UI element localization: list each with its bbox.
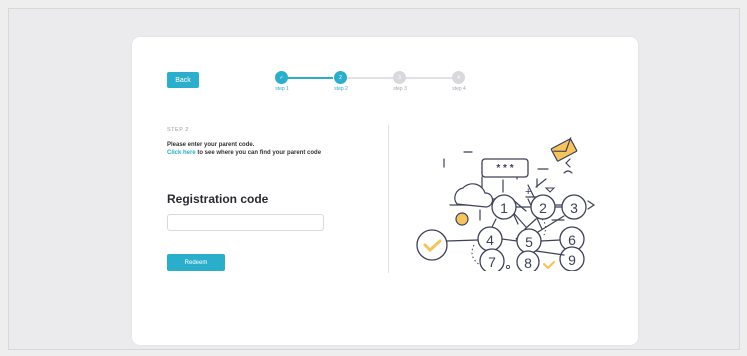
stepper-line-todo (406, 77, 452, 79)
divider (388, 125, 389, 273)
check-circle-icon (416, 229, 448, 261)
svg-text:9: 9 (568, 252, 576, 268)
svg-text:5: 5 (525, 234, 533, 250)
help-line: Click here to see where you can find you… (167, 149, 342, 157)
step-2-label: step 2 (334, 86, 348, 92)
help-text: to see where you can find your parent co… (195, 150, 322, 156)
cloud-icon (454, 183, 494, 226)
envelope-icon (550, 137, 578, 162)
stepper-line-todo (346, 77, 393, 79)
step-3-label: step 3 (393, 86, 407, 92)
svg-text:6: 6 (568, 232, 576, 248)
number-8-node: 8 (516, 250, 540, 271)
click-here-link[interactable]: Click here (167, 150, 196, 156)
number-3-node: 3 (561, 194, 587, 220)
stepper: ✓ 2 3 4 step 1 step 2 step 3 step 4 (272, 71, 472, 97)
page-frame: Back ✓ 2 3 4 step 1 step 2 step 3 step 4… (8, 8, 740, 350)
instructions: Please enter your parent code. Click her… (167, 141, 342, 157)
svg-text:3: 3 (570, 200, 578, 216)
step-4-indicator: 4 (452, 71, 465, 84)
svg-text:4: 4 (486, 232, 494, 248)
number-9-node: 9 (559, 246, 585, 271)
step-tag: STEP 2 (167, 127, 189, 133)
number-2-node: 2 (530, 194, 556, 220)
step-2-indicator: 2 (334, 71, 347, 84)
svg-text:1: 1 (500, 200, 508, 216)
number-4-node: 4 (477, 226, 503, 252)
svg-text:* * *: * * * (496, 163, 513, 174)
svg-text:7: 7 (488, 254, 496, 270)
number-5-node: 5 (516, 228, 542, 254)
svg-text:8: 8 (524, 255, 532, 271)
instructions-text: Please enter your parent code. (167, 142, 255, 148)
number-7-node: 7 (479, 248, 505, 271)
number-1-node: 1 (491, 194, 517, 220)
svg-text:+: + (525, 186, 531, 198)
step-1-check-icon: ✓ (275, 71, 288, 84)
step-4-label: step 4 (452, 86, 466, 92)
step-3-indicator: 3 (393, 71, 406, 84)
back-button[interactable]: Back (167, 72, 199, 88)
connected-numbers-illustration: * * * + 1 2 3 4 5 6 7 8 9 (416, 137, 596, 271)
stepper-line-done (285, 77, 333, 79)
registration-card: Back ✓ 2 3 4 step 1 step 2 step 3 step 4… (132, 37, 638, 345)
step-1-label: step 1 (275, 86, 289, 92)
registration-title: Registration code (167, 192, 269, 206)
svg-text:2: 2 (539, 200, 547, 216)
registration-code-input[interactable] (167, 214, 324, 231)
redeem-button[interactable]: Redeem (167, 254, 225, 271)
